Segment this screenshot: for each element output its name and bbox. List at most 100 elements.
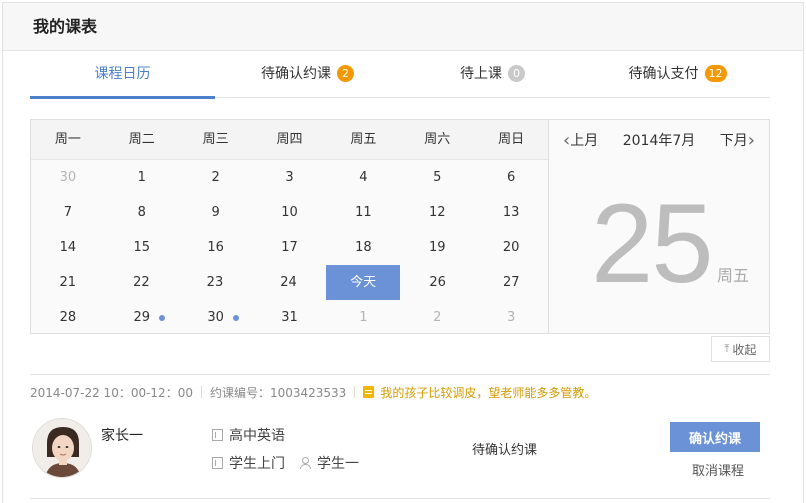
- parent-note: 我的孩子比较调皮，望老师能多多管教。: [363, 384, 596, 401]
- divider: [30, 374, 770, 375]
- calendar-day[interactable]: 26: [401, 265, 475, 300]
- weekday-label: 周二: [128, 132, 155, 147]
- divider: [354, 386, 356, 398]
- class-dot-icon: [232, 315, 239, 321]
- next-month-button[interactable]: 下月 ›: [720, 130, 755, 151]
- divider: [30, 498, 770, 499]
- month-navigation: ‹ 上月 2014年7月 下月 ›: [549, 120, 769, 160]
- calendar-day[interactable]: 20: [474, 230, 548, 265]
- calendar-day[interactable]: 19: [400, 230, 474, 265]
- calendar-day-with-class[interactable]: 30: [179, 300, 253, 335]
- day-summary-panel: ‹ 上月 2014年7月 下月 › 25 周五: [548, 120, 769, 333]
- weekday-label: 周五: [350, 132, 377, 147]
- note-icon: [363, 386, 375, 398]
- tab-label: 待确认支付: [628, 66, 699, 82]
- subject-text: 高中英语: [229, 428, 285, 444]
- weekday-label: 周一: [54, 132, 81, 147]
- calendar-day[interactable]: 2: [400, 300, 474, 335]
- calendar-day[interactable]: 14: [31, 230, 105, 265]
- calendar-day[interactable]: 1: [105, 160, 179, 195]
- calendar-day[interactable]: 17: [253, 230, 327, 265]
- calendar-day[interactable]: 27: [474, 265, 548, 300]
- tab-course-calendar[interactable]: 课程日历: [30, 60, 215, 99]
- calendar-day[interactable]: 3: [253, 160, 327, 195]
- calendar-week-row: 28 29 30 31 1 2 3: [31, 300, 548, 335]
- calendar-day-with-class[interactable]: 29: [105, 300, 179, 335]
- calendar-day[interactable]: 8: [105, 195, 179, 230]
- calendar-day[interactable]: 9: [179, 195, 253, 230]
- calendar-day[interactable]: 1: [326, 300, 400, 335]
- calendar-day[interactable]: 6: [474, 160, 548, 195]
- calendar-day[interactable]: 28: [31, 300, 105, 335]
- tab-label: 待上课: [460, 66, 502, 82]
- tab-label: 待确认约课: [261, 66, 331, 82]
- course-details: 学生上门 学生一: [212, 453, 359, 473]
- day-number: 30: [207, 310, 224, 325]
- calendar-day[interactable]: 12: [400, 195, 474, 230]
- calendar-day[interactable]: 24: [252, 265, 326, 300]
- calendar: 周一 周二 周三 周四 周五 周六 周日 30 1 2 3 4 5 6 7 8 …: [30, 119, 770, 334]
- count-badge: 0: [508, 65, 525, 82]
- selected-weekday: 周五: [717, 266, 750, 285]
- weekday-label: 周三: [202, 132, 229, 147]
- calendar-day[interactable]: 13: [474, 195, 548, 230]
- tab-pending-payment[interactable]: 待确认支付 12: [585, 60, 770, 97]
- tab-upcoming-class[interactable]: 待上课 0: [400, 60, 585, 97]
- calendar-day[interactable]: 10: [253, 195, 327, 230]
- collapse-label: 收起: [732, 342, 757, 357]
- divider: [200, 386, 202, 398]
- class-time: 2014-07-22 10：00-12：00: [30, 385, 193, 400]
- weekday-header: 周一 周二 周三 周四 周五 周六 周日: [31, 120, 548, 160]
- calendar-day[interactable]: 18: [326, 230, 400, 265]
- prev-month-button[interactable]: ‹ 上月: [563, 130, 598, 151]
- course-subject: 高中英语: [212, 425, 285, 445]
- count-badge: 12: [704, 65, 727, 82]
- calendar-grid: 周一 周二 周三 周四 周五 周六 周日 30 1 2 3 4 5 6 7 8 …: [31, 120, 548, 333]
- tab-bar: 课程日历 待确认约课 2 待上课 0 待确认支付 12: [30, 60, 770, 99]
- chevron-right-icon: ›: [747, 129, 755, 151]
- calendar-day[interactable]: 21: [31, 265, 105, 300]
- calendar-week-row: 7 8 9 10 11 12 13: [31, 195, 548, 230]
- student-name: 学生一: [317, 456, 359, 472]
- calendar-week-row: 14 15 16 17 18 19 20: [31, 230, 548, 265]
- arrow-up-icon: ⤒: [724, 342, 730, 355]
- calendar-day[interactable]: 15: [105, 230, 179, 265]
- calendar-day[interactable]: 22: [105, 265, 179, 300]
- calendar-day[interactable]: 5: [400, 160, 474, 195]
- calendar-day[interactable]: 3: [474, 300, 548, 335]
- order-meta: 2014-07-22 10：00-12：00 约课编号：1003423533 我…: [30, 383, 596, 401]
- weekday-label: 周六: [424, 132, 451, 147]
- calendar-day[interactable]: 23: [178, 265, 252, 300]
- selected-day-number: 25: [591, 181, 714, 306]
- location-icon: [212, 457, 223, 469]
- teaching-mode: 学生上门: [229, 456, 285, 472]
- calendar-week-row: 30 1 2 3 4 5 6: [31, 160, 548, 195]
- calendar-day[interactable]: 7: [31, 195, 105, 230]
- prev-month-label: 上月: [570, 133, 599, 149]
- calendar-day[interactable]: 2: [179, 160, 253, 195]
- confirm-booking-button[interactable]: 确认约课: [670, 422, 760, 452]
- note-text: 我的孩子比较调皮，望老师能多多管教。: [380, 385, 597, 400]
- weekday-label: 周日: [498, 132, 525, 147]
- next-month-label: 下月: [719, 133, 748, 149]
- current-month: 2014年7月: [622, 133, 696, 149]
- calendar-day[interactable]: 4: [326, 160, 400, 195]
- calendar-day[interactable]: 16: [179, 230, 253, 265]
- user-icon: [299, 457, 311, 469]
- collapse-button[interactable]: ⤒ 收起: [711, 336, 770, 362]
- tab-pending-booking[interactable]: 待确认约课 2: [215, 60, 400, 97]
- cancel-course-link[interactable]: 取消课程: [692, 460, 744, 479]
- calendar-day[interactable]: 30: [31, 160, 105, 195]
- booking-number: 约课编号：1003423533: [209, 385, 347, 400]
- day-number: 29: [133, 310, 151, 325]
- chevron-left-icon: ‹: [563, 129, 571, 151]
- calendar-day-today[interactable]: 今天: [326, 265, 400, 300]
- calendar-day[interactable]: 31: [253, 300, 327, 335]
- class-dot-icon: [158, 315, 165, 321]
- count-badge: 2: [337, 65, 354, 82]
- parent-name: 家长一: [101, 428, 143, 444]
- weekday-label: 周四: [276, 132, 303, 147]
- order-status: 待确认约课: [472, 443, 538, 458]
- calendar-day[interactable]: 11: [326, 195, 400, 230]
- avatar: [32, 418, 92, 478]
